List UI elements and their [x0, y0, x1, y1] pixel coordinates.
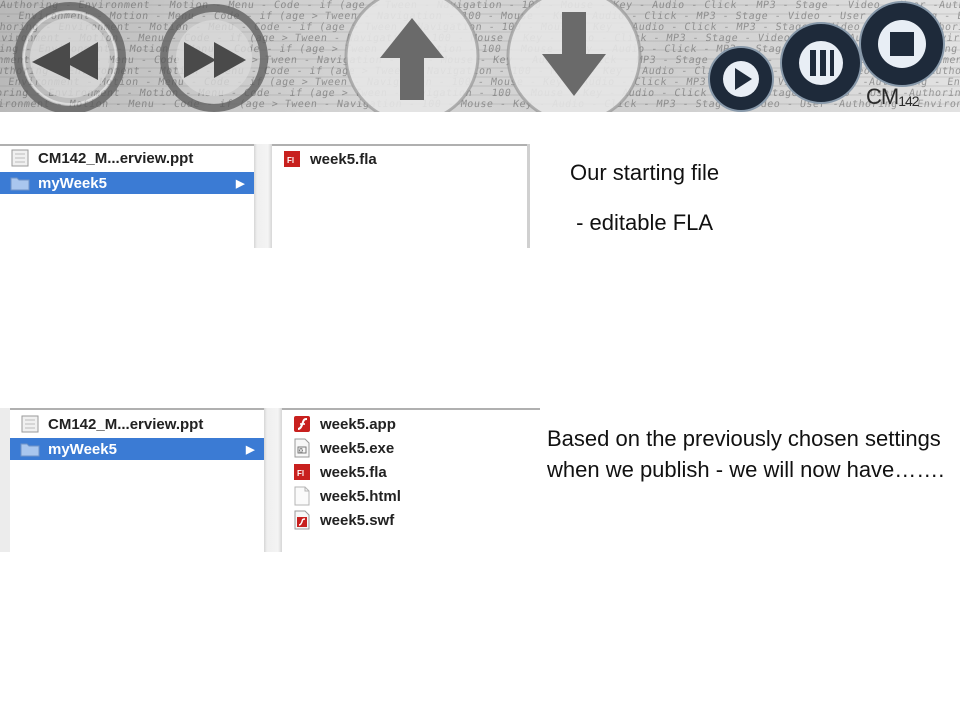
up-arrow-icon	[344, 0, 480, 112]
file-name: week5.swf	[320, 511, 395, 529]
play-icon	[708, 46, 774, 112]
file-item[interactable]: Fl week5.fla	[292, 461, 387, 483]
disclosure-arrow-icon: ▶	[236, 177, 245, 190]
fla-file-icon: Fl	[284, 151, 300, 167]
file-item[interactable]: {} week5.exe	[292, 437, 394, 459]
column-divider[interactable]	[264, 408, 282, 552]
stop-icon	[859, 1, 945, 87]
column-divider[interactable]	[254, 144, 272, 248]
svg-text:Fl: Fl	[297, 469, 304, 478]
file-name: week5.html	[320, 487, 401, 505]
file-name: week5.fla	[310, 150, 377, 168]
swf-file-icon	[294, 510, 310, 530]
file-name: week5.fla	[320, 463, 387, 481]
sidebar-item-folder-selected[interactable]: myWeek5 ▶	[10, 438, 264, 460]
exe-file-icon: {}	[294, 438, 310, 458]
document-icon	[11, 149, 29, 167]
disclosure-arrow-icon: ▶	[246, 443, 255, 456]
app-file-icon	[294, 416, 310, 432]
sidebar-item-folder-selected[interactable]: myWeek5 ▶	[0, 172, 254, 194]
document-icon	[21, 415, 39, 433]
fast-forward-icon	[160, 4, 268, 112]
fla-file-icon: Fl	[294, 464, 310, 480]
finder-sidebar: CM142_M...erview.ppt myWeek5 ▶	[0, 144, 254, 248]
folder-icon	[20, 443, 40, 457]
file-item[interactable]: Fl week5.fla	[282, 148, 377, 170]
file-item[interactable]: week5.html	[292, 485, 401, 507]
caption-title: Our starting file	[570, 160, 720, 185]
svg-text:Fl: Fl	[287, 156, 294, 165]
sidebar-item-label: myWeek5	[38, 174, 107, 192]
sidebar-item-label: myWeek5	[48, 440, 117, 458]
file-item[interactable]: week5.app	[292, 413, 396, 435]
pause-icon	[780, 22, 862, 104]
caption-after-publish: Based on the previously chosen settings …	[547, 426, 945, 482]
sidebar-item-label: CM142_M...erview.ppt	[38, 149, 194, 167]
caption-subtitle: - editable FLA	[570, 210, 714, 235]
sidebar-item-document[interactable]: CM142_M...erview.ppt	[10, 413, 264, 435]
finder-files-column: Fl week5.fla	[272, 144, 530, 248]
header-banner: Authoring - Environment - Motion - Menu …	[0, 0, 960, 112]
file-name: week5.exe	[320, 439, 395, 457]
finder-files-column: week5.app {} week5.exe Fl week5.fla week…	[282, 408, 540, 552]
finder-window-after: CM142_M...erview.ppt myWeek5 ▶ week5.app…	[0, 408, 540, 552]
file-name: week5.app	[320, 415, 396, 433]
down-arrow-icon	[506, 0, 642, 112]
svg-text:{}: {}	[299, 448, 303, 454]
folder-icon	[10, 177, 30, 191]
finder-right-edge	[527, 144, 530, 248]
finder-window-before: CM142_M...erview.ppt myWeek5 ▶ Fl week5.…	[0, 144, 530, 248]
sidebar-item-document[interactable]: CM142_M...erview.ppt	[0, 147, 254, 169]
html-file-icon	[294, 486, 310, 506]
finder-left-gutter	[0, 408, 10, 552]
rewind-icon	[14, 2, 126, 112]
finder-sidebar: CM142_M...erview.ppt myWeek5 ▶	[10, 408, 264, 552]
course-logo: CM142	[866, 84, 920, 109]
file-item[interactable]: week5.swf	[292, 509, 394, 531]
sidebar-item-label: CM142_M...erview.ppt	[48, 415, 204, 433]
